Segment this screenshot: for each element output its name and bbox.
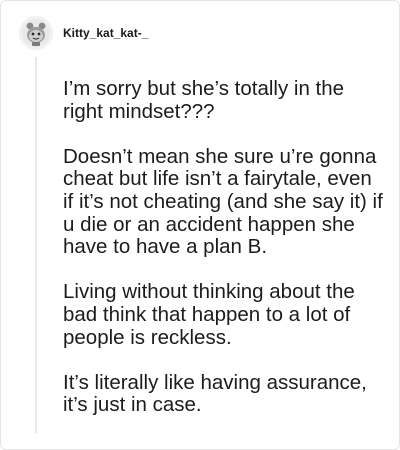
comment-paragraph: It’s literally like having assurance, it… — [63, 370, 367, 417]
reddit-snoo-avatar-icon — [22, 19, 50, 47]
username[interactable]: Kitty_kat_kat-_ — [63, 26, 148, 40]
thread-line[interactable] — [35, 57, 37, 433]
comment-body: I’m sorry but she’s totally in the right… — [63, 77, 385, 417]
comment-header: Kitty_kat_kat-_ — [19, 13, 148, 53]
comment-card: Kitty_kat_kat-_ I’m sorry but she’s tota… — [0, 0, 400, 450]
avatar[interactable] — [19, 16, 53, 50]
comment-paragraph: Doesn’t mean she sure u’re gonna cheat b… — [63, 144, 383, 259]
comment-paragraph: Living without thinking about the bad th… — [63, 280, 355, 349]
comment-paragraph: I’m sorry but she’s totally in the right… — [63, 77, 345, 123]
